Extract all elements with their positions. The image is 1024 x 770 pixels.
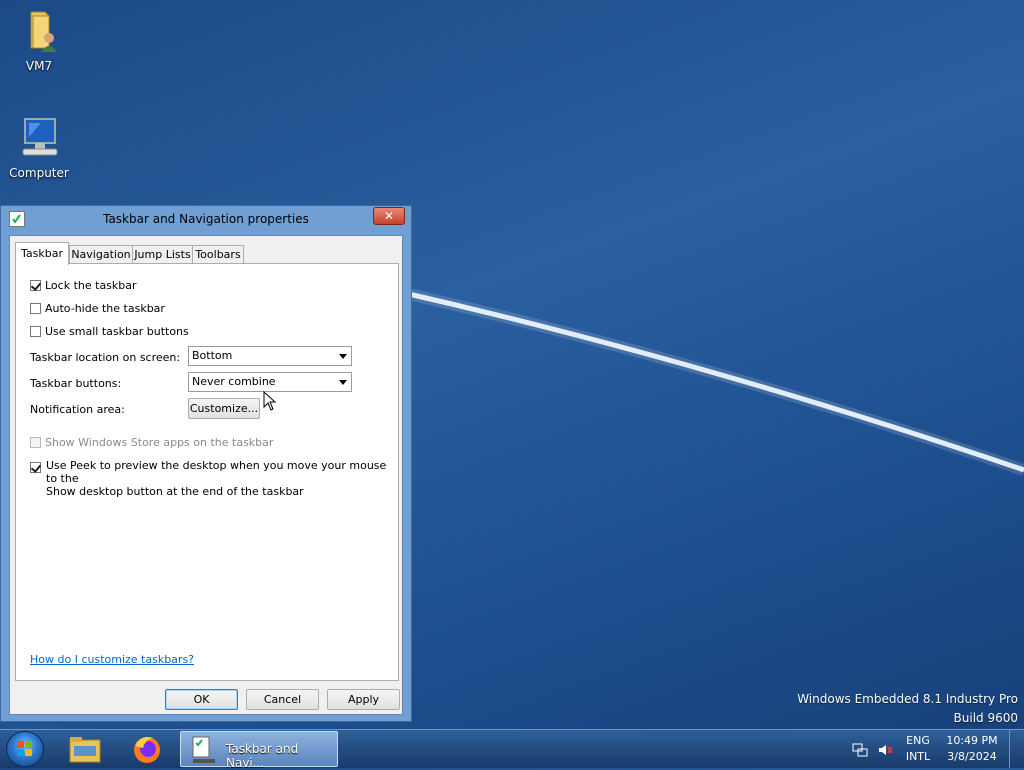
start-button[interactable]	[6, 731, 44, 767]
dialog-client-area: Taskbar Navigation Jump Lists Toolbars L…	[9, 235, 403, 715]
peek-checkbox[interactable]	[30, 462, 41, 473]
taskbar-buttons-select[interactable]: Never combine	[188, 372, 352, 392]
peek-label-line1: Use Peek to preview the desktop when you…	[46, 459, 387, 485]
keyboard-layout: INTL	[905, 750, 931, 763]
desktop-icon-computer[interactable]: Computer	[4, 113, 74, 180]
chevron-down-icon	[339, 354, 347, 359]
os-version-watermark: Windows Embedded 8.1 Industry Pro Build …	[797, 690, 1018, 728]
active-task-label: Taskbar and Navi...	[226, 742, 299, 770]
desktop-icon-label: Computer	[9, 166, 69, 180]
small-buttons-option[interactable]: Use small taskbar buttons	[30, 325, 189, 338]
store-apps-option: Show Windows Store apps on the taskbar	[30, 436, 273, 449]
autohide-checkbox[interactable]	[30, 303, 41, 314]
peek-label-line2: Show desktop button at the end of the ta…	[46, 485, 304, 498]
autohide-option[interactable]: Auto-hide the taskbar	[30, 302, 165, 315]
tab-jump-lists[interactable]: Jump Lists	[132, 245, 193, 264]
close-button[interactable]: ✕	[373, 207, 405, 225]
apply-button[interactable]: Apply	[327, 689, 400, 710]
customize-button[interactable]: Customize...	[188, 398, 260, 419]
store-apps-checkbox	[30, 437, 41, 448]
autohide-label: Auto-hide the taskbar	[45, 302, 165, 315]
lock-taskbar-option[interactable]: Lock the taskbar	[30, 279, 137, 292]
ok-button[interactable]: OK	[165, 689, 238, 710]
windows-logo-icon	[17, 741, 32, 756]
lock-taskbar-label: Lock the taskbar	[45, 279, 137, 292]
volume-muted-icon[interactable]	[877, 742, 893, 758]
taskbar-tab-page: Lock the taskbar Auto-hide the taskbar U…	[15, 263, 399, 681]
computer-icon	[22, 118, 58, 156]
peek-option[interactable]: Use Peek to preview the desktop when you…	[30, 459, 398, 498]
clock[interactable]: 10:49 PM 3/8/2024	[942, 733, 1002, 765]
store-apps-label: Show Windows Store apps on the taskbar	[45, 436, 274, 449]
tab-toolbars[interactable]: Toolbars	[192, 245, 244, 264]
small-buttons-label: Use small taskbar buttons	[45, 325, 189, 338]
tab-taskbar[interactable]: Taskbar	[15, 242, 69, 265]
lock-taskbar-checkbox[interactable]	[30, 280, 41, 291]
dialog-title: Taskbar and Navigation properties	[103, 212, 309, 226]
taskbar-location-value: Bottom	[192, 349, 233, 362]
taskbar-buttons-value: Never combine	[192, 375, 276, 388]
desktop-icon-label: VM7	[25, 59, 53, 73]
location-label: Taskbar location on screen:	[30, 351, 181, 364]
notification-area-label: Notification area:	[30, 403, 125, 416]
cancel-button[interactable]: Cancel	[246, 689, 319, 710]
folder-icon	[69, 737, 101, 763]
firefox-taskbar-button[interactable]	[129, 732, 165, 766]
show-desktop-button[interactable]	[1009, 730, 1024, 768]
small-buttons-checkbox[interactable]	[30, 326, 41, 337]
taskbar: Taskbar and Navi... ENG INTL 10:49 PM 3/…	[0, 729, 1024, 770]
user-folder-icon	[30, 11, 57, 52]
language-indicator[interactable]: ENG INTL	[902, 733, 934, 765]
buttons-combine-label: Taskbar buttons:	[30, 377, 122, 390]
chevron-down-icon	[339, 380, 347, 385]
desktop-icon-vm7[interactable]: VM7	[4, 6, 74, 73]
taskbar-properties-dialog: Taskbar and Navigation properties ✕ Task…	[0, 205, 412, 722]
dialog-titlebar[interactable]: Taskbar and Navigation properties ✕	[1, 206, 411, 232]
clock-time: 10:49 PM	[946, 734, 998, 747]
file-explorer-taskbar-button[interactable]	[67, 732, 103, 766]
firefox-icon	[134, 737, 160, 763]
os-build-text: Build 9600	[953, 711, 1018, 725]
language-code: ENG	[906, 734, 930, 747]
network-icon[interactable]	[852, 742, 868, 758]
tab-navigation[interactable]: Navigation	[69, 245, 133, 264]
clock-date: 3/8/2024	[947, 750, 997, 763]
os-edition-text: Windows Embedded 8.1 Industry Pro	[797, 692, 1018, 706]
checklist-icon	[192, 736, 215, 763]
taskbar-location-select[interactable]: Bottom	[188, 346, 352, 366]
help-link[interactable]: How do I customize taskbars?	[30, 653, 194, 666]
mouse-pointer-icon	[263, 391, 277, 411]
active-task-button[interactable]: Taskbar and Navi...	[180, 731, 338, 770]
